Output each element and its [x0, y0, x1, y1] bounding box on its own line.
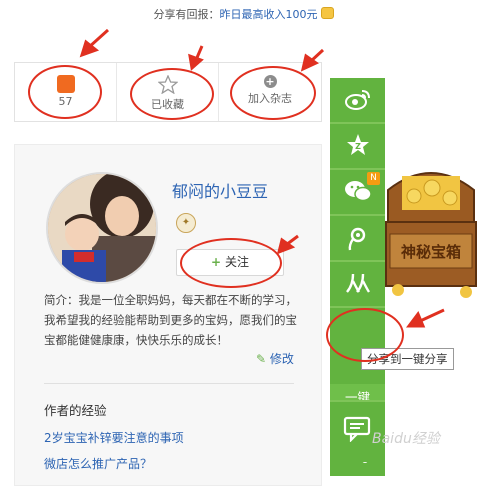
- annotation-arrows: [79, 28, 445, 328]
